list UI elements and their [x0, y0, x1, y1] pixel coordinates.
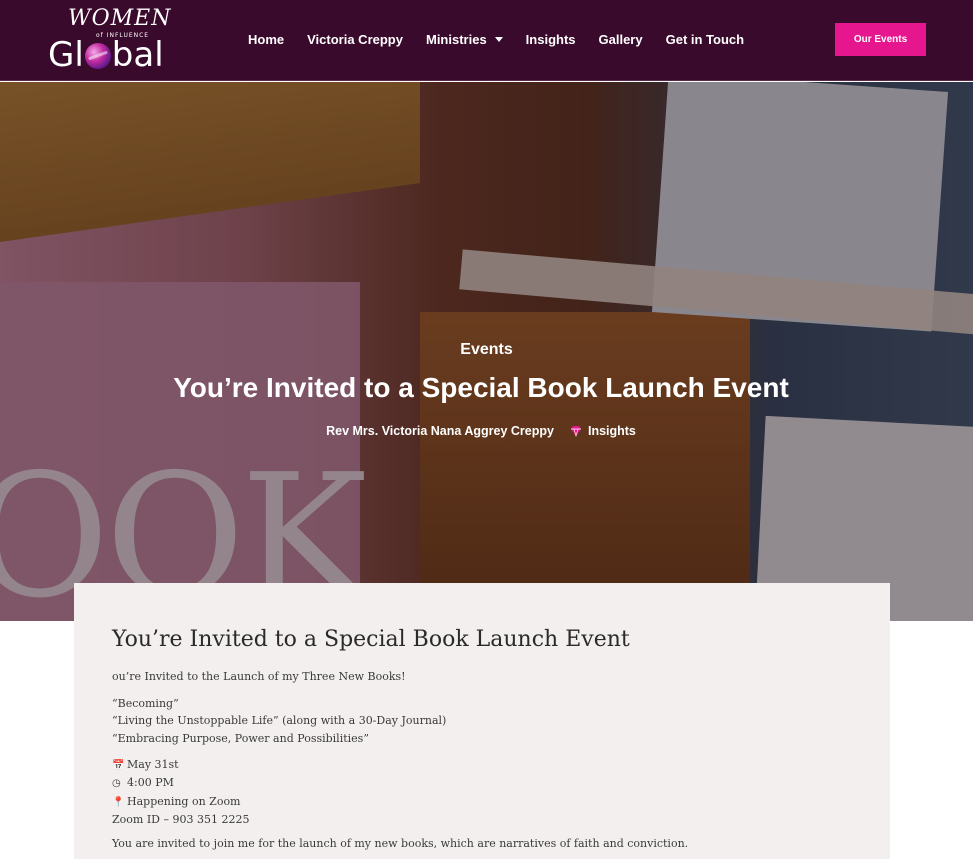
site-logo[interactable]: WOMEN of INFLUENCE Gl bal	[46, 6, 178, 74]
hero-meta: Rev Mrs. Victoria Nana Aggrey Creppy Ins…	[0, 424, 962, 438]
event-time: ◷ 4:00 PM	[112, 774, 249, 792]
chevron-down-icon	[494, 36, 503, 42]
nav-ministries-label: Ministries	[425, 31, 487, 47]
book-item: “Becoming”	[112, 697, 179, 710]
nav-ministries[interactable]: Ministries	[426, 31, 503, 47]
author-link[interactable]: Rev Mrs. Victoria Nana Aggrey Creppy	[326, 424, 554, 438]
event-date: 📅 May 31st	[112, 756, 249, 774]
hero-banner: OOK Events You’re Invited to a Special B…	[0, 82, 973, 621]
hero-title: You’re Invited to a Special Book Launch …	[173, 372, 789, 403]
book-item: “Living the Unstoppable Life” (along wit…	[112, 714, 447, 728]
article-title: You’re Invited to a Special Book Launch …	[112, 627, 630, 652]
nav-home[interactable]: Home	[248, 31, 284, 47]
event-zoom-id: Zoom ID – 903 351 2225	[112, 812, 250, 826]
calendar-icon: 📅	[112, 760, 125, 771]
article-intro: ou’re Invited to the Launch of my Three …	[112, 670, 406, 683]
nav-gallery[interactable]: Gallery	[599, 31, 643, 47]
globe-icon	[84, 43, 111, 69]
nav-insights[interactable]: Insights	[526, 31, 576, 47]
book-item: “Embracing Purpose, Power and Possibilit…	[112, 731, 369, 745]
book-list: “Becoming” “Living the Unstoppable Life”…	[112, 695, 446, 747]
our-events-button[interactable]: Our Events	[835, 23, 926, 56]
tag-link[interactable]: Insights	[588, 424, 636, 438]
clock-icon: ◷	[112, 778, 121, 790]
main-nav: Home Victoria Creppy Ministries Insights…	[248, 31, 767, 47]
nav-get-in-touch[interactable]: Get in Touch	[666, 31, 744, 47]
pin-icon: 📍	[112, 796, 125, 808]
logo-global-text: Gl bal	[48, 35, 164, 75]
event-location: 📍 Happening on Zoom	[112, 793, 249, 811]
event-details: 📅 May 31st ◷ 4:00 PM 📍 Happening on Zoom Zo…	[112, 756, 249, 828]
article-card: You’re Invited to a Special Book Launch …	[74, 583, 890, 859]
article-closing: You are invited to join me for the launc…	[112, 837, 689, 850]
gem-icon	[570, 426, 581, 437]
logo-women-text: WOMEN	[68, 6, 172, 31]
nav-victoria-creppy[interactable]: Victoria Creppy	[307, 31, 403, 47]
hero-category[interactable]: Events	[0, 341, 973, 359]
site-header: WOMEN of INFLUENCE Gl bal Home Victoria C…	[0, 0, 973, 81]
